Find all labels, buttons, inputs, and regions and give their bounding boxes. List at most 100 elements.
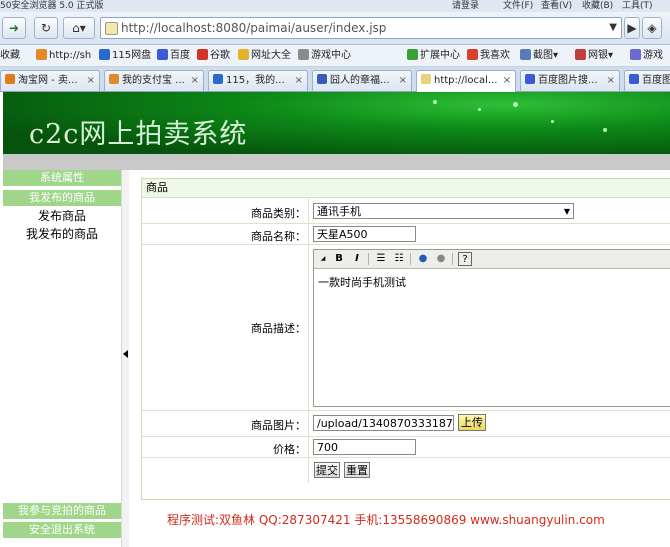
scissors-icon [520,49,531,60]
tab-localhost[interactable]: http://local... × [416,70,516,92]
sidebar-section-bidding[interactable]: 我参与竞拍的商品 [3,503,121,520]
go-button[interactable]: ▶ [624,17,640,39]
bookmark-google[interactable]: 谷歌 [197,45,230,66]
ordered-list-icon[interactable]: ☰ [374,252,388,266]
close-icon: × [190,75,199,86]
banner-divider [3,154,670,170]
category-label: 商品类别： [251,207,306,220]
home-button[interactable]: ⌂▾ [63,17,95,39]
gamepad-icon [630,49,641,60]
collapse-arrow-icon[interactable] [123,350,128,358]
upload-button[interactable]: 上传 [458,414,486,431]
bookmark-bank[interactable]: 网银▾ [575,45,613,66]
bold-icon[interactable]: B [332,252,346,266]
rich-text-editor[interactable]: ◢ B I ☰ ☷ ● ● ? 一款时尚手机测试 [313,249,670,407]
baidu-icon [629,74,639,84]
sidebar-item-publish[interactable]: 发布商品 [3,207,121,225]
tab-taobao[interactable]: 淘宝网 - 卖... × [0,70,100,91]
sidebar: 系统属性 我发布的商品 发布商品 我发布的商品 我参与竞拍的商品 安全退出系统 [3,170,121,547]
menu-file[interactable]: 文件(F) [503,0,533,11]
bookmark-like[interactable]: 我喜欢 [467,45,510,66]
menu-favorites[interactable]: 收藏(B) [582,0,613,11]
menu-view[interactable]: 查看(V) [541,0,572,11]
image-path-input[interactable]: /upload/1340870333187.jpg [313,415,454,431]
bullet-list-icon[interactable]: ☷ [392,252,406,266]
row-category: 商品类别： 通讯手机 ▼ [142,198,670,224]
address-dropdown-icon[interactable]: ▼ [609,18,617,38]
login-link[interactable]: 请登录 [452,0,479,11]
help-icon[interactable]: ? [458,252,472,266]
bookmark-icon [99,49,110,60]
row-image: 商品图片： /upload/1340870333187.jpg 上传 [142,411,670,437]
product-form: 商品 商品类别： 通讯手机▼ 商品名称： 天星A500 商品描述： ◢ B I [141,178,670,500]
close-icon: × [502,75,511,86]
home-icon: ⌂▾ [72,21,86,35]
row-name: 商品名称： 天星A500 [142,224,670,245]
address-bar[interactable]: http://localhost:8080/paimai/auser/index… [100,17,622,39]
bookmark-115[interactable]: 115网盘 [99,45,151,66]
close-icon: × [398,75,407,86]
tab-baidu-images[interactable]: 百度图片搜... × [520,70,620,91]
navigation-bar: ➜ ↻ ⌂▾ http://localhost:8080/paimai/ause… [0,12,670,45]
bookmark-games[interactable]: 游戏中心 [298,45,351,66]
bookmark-screenshot[interactable]: 截图▾ [520,45,558,66]
bookmark-sh[interactable]: http://sh [36,45,91,66]
puzzle-icon [407,49,418,60]
reset-button[interactable]: 重置 [344,462,370,478]
submit-button[interactable]: 提交 [314,462,340,478]
row-price: 价格： 700 [142,437,670,458]
image-label: 商品图片： [251,419,306,432]
bookmark-baidu[interactable]: 百度 [157,45,190,66]
main-content: 商品 商品类别： 通讯手机▼ 商品名称： 天星A500 商品描述： ◢ B I [129,170,670,547]
unlink-icon[interactable]: ● [434,252,448,266]
shield-icon: ◈ [647,21,657,35]
alipay-icon [109,74,119,84]
close-icon: × [294,75,303,86]
shield-button[interactable]: ◈ [642,17,662,39]
sidebar-section-my-items[interactable]: 我发布的商品 [3,190,121,207]
bookmark-icon [298,49,309,60]
form-heading: 商品 [142,179,670,198]
close-icon: × [606,75,615,86]
editor-content[interactable]: 一款时尚手机测试 [318,274,406,290]
tab-baidu[interactable]: 百度图 [624,70,670,91]
tab-strip: 淘宝网 - 卖... × 我的支付宝 ... × 115，我的... × 囧人的章福.… [0,67,670,92]
back-button[interactable]: ➜ [2,17,26,39]
bank-icon [575,49,586,60]
bookmark-extensions[interactable]: 扩展中心 [407,45,460,66]
site-banner: c2c网上拍卖系统 [3,92,670,154]
bookmarks-bar: 收藏 http://sh 115网盘 百度 谷歌 网址大全 游戏中心 扩展中心 … [0,45,670,67]
back-arrow-icon: ➜ [8,21,20,35]
page-icon [105,22,118,35]
heart-icon [467,49,478,60]
bookmark-icon [157,49,168,60]
address-url: http://localhost:8080/paimai/auser/index… [121,21,387,35]
baidu-icon [525,74,535,84]
bookmark-directory[interactable]: 网址大全 [238,45,291,66]
close-icon: × [86,75,95,86]
sidebar-section-logout[interactable]: 安全退出系统 [3,522,121,539]
menu-tools[interactable]: 工具(T) [622,0,653,11]
chevron-down-icon: ▼ [563,207,570,216]
taobao-icon [5,74,15,84]
play-icon [317,74,327,84]
refresh-button[interactable]: ↻ [34,17,58,39]
name-input[interactable]: 天星A500 [313,226,416,242]
category-select[interactable]: 通讯手机 ▼ [313,203,574,219]
refresh-icon: ↻ [40,21,52,35]
bookmark-game[interactable]: 游戏 [630,45,663,66]
italic-icon[interactable]: I [350,252,364,266]
tab-115[interactable]: 115，我的... × [208,70,308,91]
sidebar-section-system[interactable]: 系统属性 [3,170,121,187]
grip-icon: ◢ [320,255,326,262]
go-arrow-icon: ▶ [627,21,637,35]
link-icon[interactable]: ● [416,252,430,266]
row-description: 商品描述： ◢ B I ☰ ☷ ● ● ? 一款时尚手机测试 [142,245,670,411]
name-label: 商品名称： [251,230,306,243]
price-input[interactable]: 700 [313,439,416,455]
tab-115-icon [213,74,223,84]
bookmark-favorites[interactable]: 收藏 [0,45,20,66]
sidebar-item-my-published[interactable]: 我发布的商品 [3,225,121,243]
tab-alipay[interactable]: 我的支付宝 ... × [104,70,204,91]
tab-video[interactable]: 囧人的章福... × [312,70,412,91]
